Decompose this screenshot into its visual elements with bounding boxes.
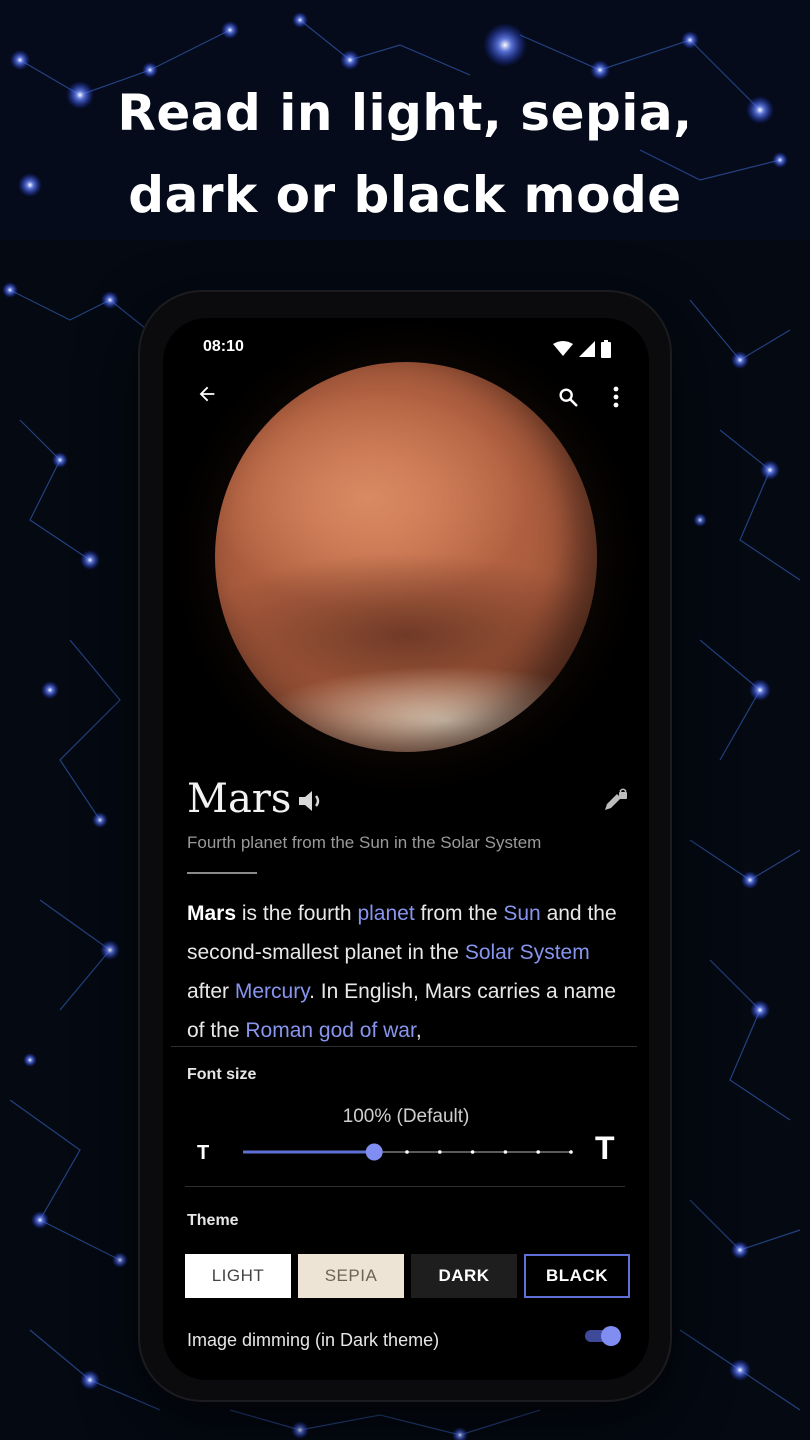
settings-section-divider <box>185 1186 625 1187</box>
slider-step-tick <box>438 1150 442 1154</box>
slider-step-tick <box>470 1150 475 1154</box>
slider-step-tick <box>569 1150 573 1154</box>
edit-article-button[interactable] <box>603 788 629 819</box>
search-button[interactable] <box>551 380 585 414</box>
article-link[interactable]: Roman god of war <box>245 1019 415 1042</box>
pencil-lock-icon <box>605 788 627 810</box>
theme-light-button[interactable]: LIGHT <box>185 1254 291 1298</box>
status-icons <box>553 340 611 358</box>
article-body-bold: Mars <box>187 902 237 925</box>
article-lead-image[interactable] <box>215 362 597 752</box>
theme-black-button[interactable]: BLACK <box>524 1254 630 1298</box>
font-size-label: Font size <box>187 1066 257 1083</box>
listen-button[interactable] <box>297 788 325 819</box>
toggle-knob <box>601 1326 621 1346</box>
article-body-text: , <box>415 1019 422 1042</box>
promo-headline: Read in light, sepia, dark or black mode <box>0 72 810 236</box>
title-divider <box>187 872 257 874</box>
overflow-menu-button[interactable] <box>601 380 631 414</box>
more-vertical-icon <box>613 386 619 408</box>
theme-selector: LIGHT SEPIA DARK BLACK <box>185 1254 630 1298</box>
signal-icon <box>579 341 595 357</box>
battery-icon <box>601 340 611 358</box>
font-size-slider[interactable] <box>239 1140 575 1164</box>
slider-step-tick <box>503 1150 508 1154</box>
headline-line-2: dark or black mode <box>128 166 682 224</box>
slider-step-tick <box>536 1150 540 1154</box>
font-size-increase[interactable]: T <box>595 1130 615 1167</box>
image-dimming-toggle[interactable] <box>583 1324 623 1348</box>
slider-step-tick <box>405 1150 409 1154</box>
image-dimming-label: Image dimming (in Dark theme) <box>187 1330 440 1350</box>
article-link[interactable]: Sun <box>503 902 540 925</box>
theme-dark-button[interactable]: DARK <box>411 1254 517 1298</box>
article-link[interactable]: Solar System <box>465 941 590 964</box>
font-size-decrease[interactable]: T <box>197 1142 209 1165</box>
font-size-value: 100% (Default) <box>342 1106 470 1127</box>
status-time: 08:10 <box>203 338 244 355</box>
article-title: Mars <box>187 776 292 822</box>
article-body: Mars is the fourth planet from the Sun a… <box>187 894 637 1050</box>
article-body-text: from the <box>414 902 504 925</box>
article-body-text: is the fourth <box>236 902 358 925</box>
wifi-icon <box>553 341 573 356</box>
settings-sheet-divider <box>171 1046 637 1047</box>
headline-line-1: Read in light, sepia, <box>117 84 693 142</box>
article-description: Fourth planet from the Sun in the Solar … <box>187 833 542 852</box>
article-link[interactable]: Mercury <box>235 980 309 1003</box>
speaker-icon <box>299 791 320 811</box>
back-button[interactable] <box>191 378 223 410</box>
phone-screen: 08:10 Mars Fourth planet from the Sun in… <box>163 318 649 1380</box>
slider-thumb[interactable] <box>365 1143 383 1161</box>
search-icon <box>559 388 578 407</box>
arrow-left-icon <box>199 386 215 402</box>
theme-label: Theme <box>187 1212 239 1229</box>
article-body-text: after <box>187 980 235 1003</box>
theme-sepia-button[interactable]: SEPIA <box>298 1254 404 1298</box>
article-link[interactable]: planet <box>357 902 414 925</box>
